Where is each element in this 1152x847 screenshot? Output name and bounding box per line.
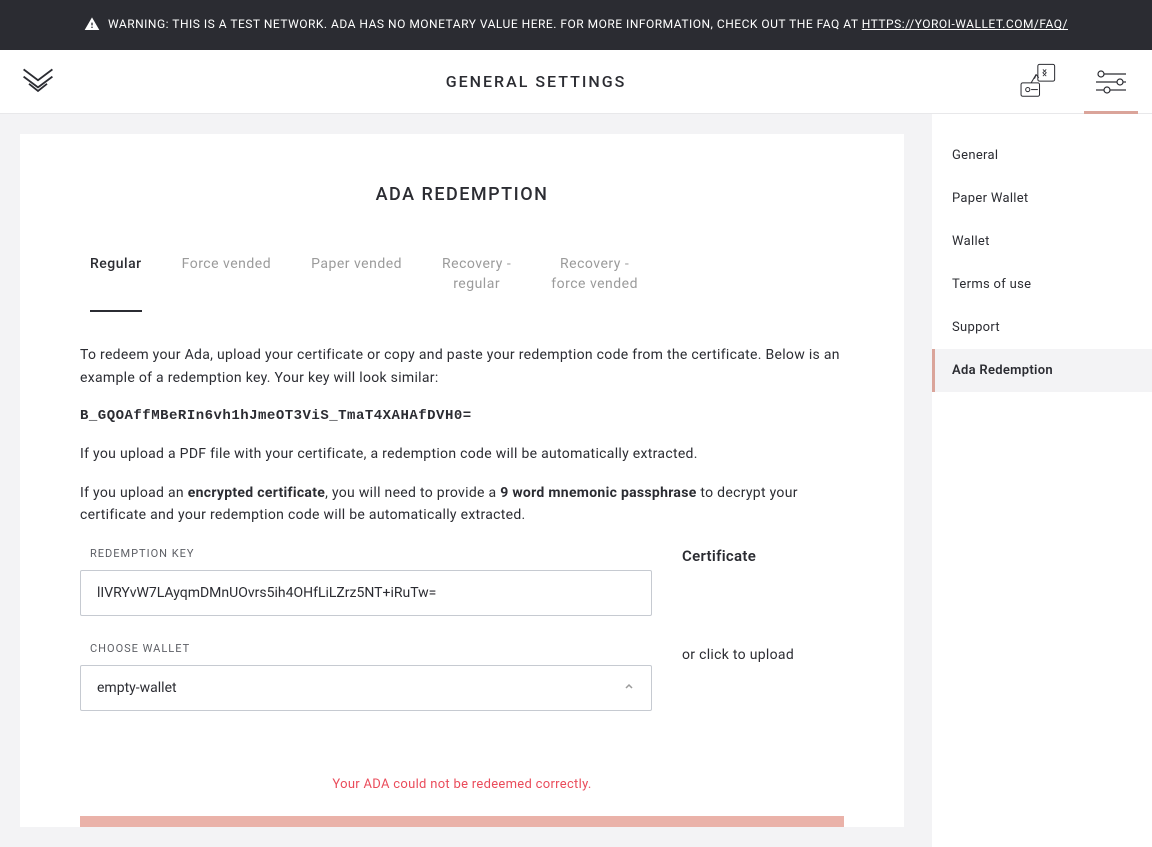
- card-title: ADA REDEMPTION: [80, 184, 844, 205]
- description-encrypted: If you upload an encrypted certificate, …: [80, 482, 844, 527]
- tab-recovery-force-vended[interactable]: Recovery -force vended: [551, 255, 638, 312]
- description-pdf: If you upload a PDF file with your certi…: [80, 443, 844, 465]
- sidebar-item-wallet[interactable]: Wallet: [932, 220, 1152, 263]
- warning-faq-link[interactable]: HTTPS://YOROI-WALLET.COM/FAQ/: [862, 17, 1068, 31]
- choose-wallet-select[interactable]: empty-wallet: [80, 665, 652, 711]
- error-message: Your ADA could not be redeemed correctly…: [80, 777, 844, 792]
- chevron-up-icon: [623, 680, 635, 696]
- choose-wallet-label: CHOOSE WALLET: [80, 642, 652, 655]
- tab-paper-vended[interactable]: Paper vended: [311, 255, 402, 312]
- sidebar-item-paper-wallet[interactable]: Paper Wallet: [932, 177, 1152, 220]
- certificate-label: Certificate: [682, 547, 844, 565]
- tab-recovery-regular[interactable]: Recovery -regular: [442, 255, 511, 312]
- tab-force-vended[interactable]: Force vended: [182, 255, 271, 312]
- yoroi-logo-icon[interactable]: [20, 64, 56, 100]
- page-title: GENERAL SETTINGS: [56, 72, 1016, 91]
- settings-sidebar: General Paper Wallet Wallet Terms of use…: [932, 114, 1152, 847]
- example-key: B_GQOAffMBeRIn6vh1hJmeOT3ViS_TmaT4XAHAfD…: [80, 405, 844, 427]
- redemption-card: ADA REDEMPTION Regular Force vended Pape…: [20, 134, 904, 827]
- redemption-key-label: REDEMPTION KEY: [80, 547, 652, 560]
- warning-text: WARNING: THIS IS A TEST NETWORK. ADA HAS…: [108, 17, 862, 31]
- app-header: GENERAL SETTINGS: [0, 50, 1152, 114]
- sidebar-item-terms[interactable]: Terms of use: [932, 263, 1152, 306]
- choose-wallet-value: empty-wallet: [97, 680, 177, 696]
- description-intro: To redeem your Ada, upload your certific…: [80, 344, 844, 389]
- settings-icon[interactable]: [1090, 61, 1132, 103]
- warning-banner: WARNING: THIS IS A TEST NETWORK. ADA HAS…: [0, 0, 1152, 50]
- sidebar-item-general[interactable]: General: [932, 134, 1152, 177]
- redemption-tabs: Regular Force vended Paper vended Recove…: [80, 255, 844, 312]
- error-detail-box: [80, 816, 844, 827]
- wallet-transfer-icon[interactable]: [1016, 61, 1058, 103]
- tab-regular[interactable]: Regular: [90, 255, 142, 312]
- redemption-key-input[interactable]: [80, 570, 652, 616]
- upload-hint[interactable]: or click to upload: [682, 647, 844, 663]
- sidebar-item-support[interactable]: Support: [932, 306, 1152, 349]
- warning-icon: [84, 16, 100, 35]
- sidebar-item-ada-redemption[interactable]: Ada Redemption: [932, 349, 1152, 392]
